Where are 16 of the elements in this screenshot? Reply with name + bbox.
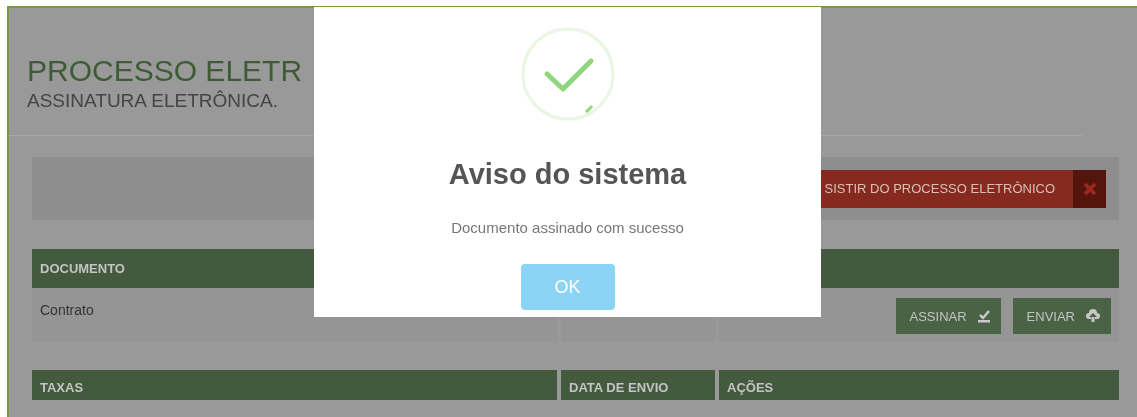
withdraw-button[interactable]: SISTIR DO PROCESSO ELETRÔNICO — [818, 169, 1073, 208]
column-header: TAXAS — [32, 370, 557, 400]
close-button[interactable] — [1073, 169, 1106, 208]
page-title: PROCESSO ELETR — [27, 54, 303, 88]
page-subtitle: ASSINATURA ELETRÔNICA. — [27, 90, 279, 112]
column-header: AÇÕES — [719, 370, 1119, 400]
dialog-message: Documento assinado com sucesso — [451, 219, 684, 236]
column-header: DOCUMENTO — [39, 261, 125, 276]
close-icon — [1082, 181, 1097, 196]
action-button[interactable]: ENVIAR — [1012, 298, 1111, 334]
cloud-upload-icon — [1085, 309, 1101, 323]
check-icon — [976, 309, 991, 323]
column-header: DATA DE ENVIO — [561, 370, 715, 400]
dialog-title: Aviso do sistema — [448, 158, 687, 191]
success-check-icon — [519, 26, 616, 122]
action-button[interactable]: ASSINAR — [895, 298, 1001, 334]
